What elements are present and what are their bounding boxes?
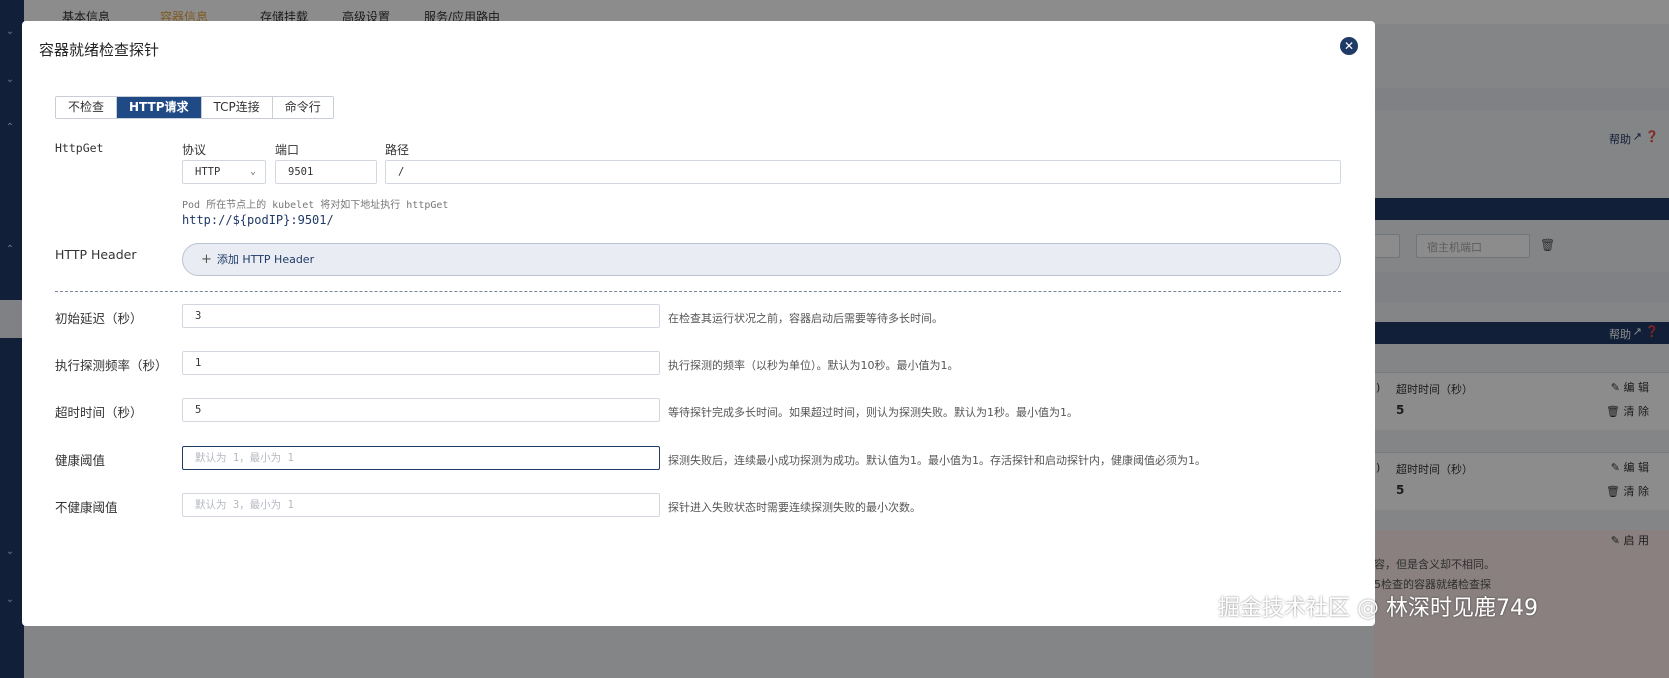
protocol-select[interactable]: HTTP ⌄ — [182, 160, 266, 184]
path-input[interactable]: / — [385, 160, 1341, 184]
watermark: 掘金技术社区 @ 林深时见鹿749 — [1218, 596, 1538, 621]
httpget-hint: Pod 所在节点上的 kubelet 将对如下地址执行 httpGet — [182, 200, 449, 211]
protocol-label: 协议 — [182, 143, 207, 157]
initial-delay-desc: 在检查其运行状况之前，容器启动后需要等待多长时间。 — [668, 312, 943, 325]
timeout-input[interactable]: 5 — [182, 398, 660, 422]
plus-icon: + — [201, 252, 212, 267]
failure-threshold-desc: 探针进入失败状态时需要连续探测失败的最小次数。 — [668, 501, 921, 514]
close-icon[interactable]: ✕ — [1340, 37, 1358, 55]
failure-threshold-input[interactable]: 默认为 3，最小为 1 — [182, 493, 660, 517]
http-header-label: HTTP Header — [55, 247, 137, 262]
initial-delay-input[interactable]: 3 — [182, 304, 660, 328]
failure-threshold-label: 不健康阈值 — [55, 500, 118, 515]
period-desc: 执行探测的频率（以秒为单位）。默认为10秒。最小值为1。 — [668, 359, 959, 372]
readiness-probe-modal: 容器就绪检查探针 ✕ 不检查 HTTP请求 TCP连接 命令行 HttpGet … — [22, 21, 1375, 626]
timeout-label: 超时时间（秒） — [55, 405, 143, 420]
port-input[interactable]: 9501 — [275, 160, 377, 184]
check-type-tcp[interactable]: TCP连接 — [201, 97, 273, 118]
add-http-header-button[interactable]: + 添加 HTTP Header — [182, 243, 1341, 276]
divider — [55, 291, 1341, 292]
path-label: 路径 — [385, 143, 410, 157]
initial-delay-label: 初始延迟（秒） — [55, 311, 143, 326]
httpget-label: HttpGet — [55, 141, 104, 155]
success-threshold-label: 健康阈值 — [55, 453, 106, 468]
chevron-down-icon: ⌄ — [249, 166, 256, 177]
success-threshold-input[interactable]: 默认为 1，最小为 1 — [182, 446, 660, 470]
modal-title: 容器就绪检查探针 — [39, 41, 160, 59]
check-type-http[interactable]: HTTP请求 — [117, 97, 202, 118]
httpget-url: http://${podIP}:9501/ — [182, 213, 334, 227]
period-label: 执行探测频率（秒） — [55, 358, 168, 373]
check-type-none[interactable]: 不检查 — [56, 97, 118, 118]
check-type-selector: 不检查 HTTP请求 TCP连接 命令行 — [55, 96, 334, 119]
success-threshold-desc: 探测失败后，连续最小成功探测为成功。默认值为1。最小值为1。存活探针和启动探针内… — [668, 454, 1206, 467]
port-label: 端口 — [275, 143, 300, 157]
period-input[interactable]: 1 — [182, 351, 660, 375]
timeout-desc: 等待探针完成多长时间。如果超过时间，则认为探测失败。默认为1秒。最小值为1。 — [668, 406, 1078, 419]
check-type-command[interactable]: 命令行 — [272, 97, 333, 118]
